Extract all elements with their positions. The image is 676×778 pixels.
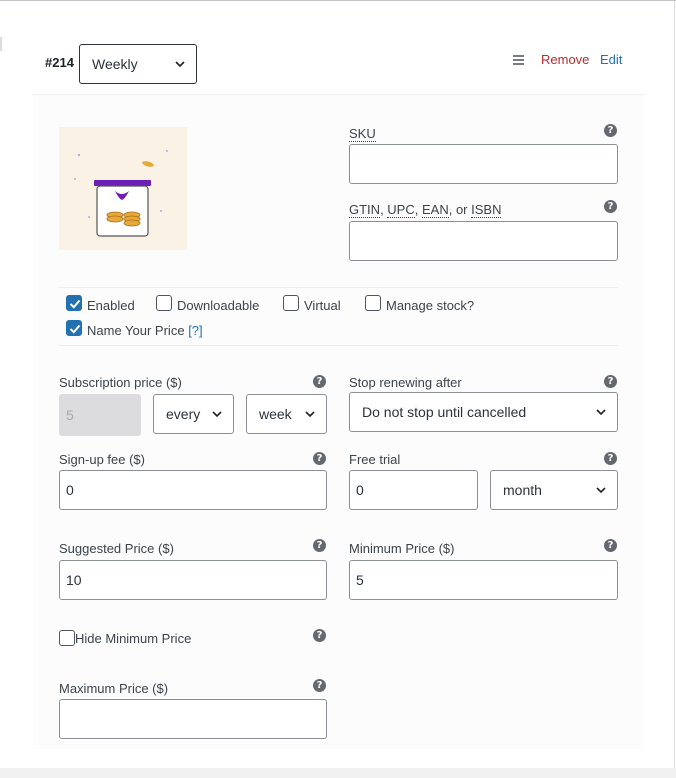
name-your-price-help-link[interactable]: [?] bbox=[188, 323, 202, 338]
hide-minimum-price-label: Hide Minimum Price bbox=[75, 631, 192, 646]
virtual-label: Virtual bbox=[304, 298, 341, 313]
stop-renewing-select[interactable]: Do not stop until cancelled bbox=[349, 392, 618, 432]
manage-stock-label: Manage stock? bbox=[386, 298, 475, 313]
gtin-input[interactable] bbox=[349, 221, 618, 261]
sku-input[interactable] bbox=[349, 144, 618, 184]
chevron-down-icon bbox=[212, 411, 222, 418]
variation-panel: #214 Weekly Remove Edit SKU ? GTIN, UPC,… bbox=[0, 0, 676, 769]
menu-icon[interactable] bbox=[513, 55, 524, 65]
enabled-checkbox[interactable] bbox=[66, 295, 82, 311]
divider bbox=[59, 287, 618, 288]
help-icon[interactable]: ? bbox=[604, 375, 617, 388]
free-trial-length-input[interactable]: 0 bbox=[349, 470, 478, 510]
chevron-down-icon bbox=[596, 487, 606, 494]
panel-edge-right bbox=[674, 1, 675, 769]
remove-variation-link[interactable]: Remove bbox=[541, 52, 589, 67]
billing-period-value: week bbox=[259, 406, 292, 422]
chevron-down-icon bbox=[596, 409, 606, 416]
minimum-price-input[interactable]: 5 bbox=[349, 560, 618, 600]
hide-minimum-price-checkbox[interactable] bbox=[59, 630, 75, 646]
signup-fee-input[interactable]: 0 bbox=[59, 470, 327, 510]
downloadable-label: Downloadable bbox=[177, 298, 260, 313]
billing-interval-value: every bbox=[166, 406, 201, 422]
free-trial-period-select[interactable]: month bbox=[490, 470, 618, 510]
minimum-price-label: Minimum Price ($) bbox=[349, 541, 455, 556]
stop-renewing-label: Stop renewing after bbox=[349, 375, 462, 390]
variation-id: #214 bbox=[45, 55, 74, 70]
coin-jar-image bbox=[74, 150, 168, 237]
subscription-price-label: Subscription price ($) bbox=[59, 375, 182, 390]
variation-header[interactable]: #214 Weekly Remove Edit bbox=[0, 1, 676, 94]
help-icon[interactable]: ? bbox=[604, 452, 617, 465]
maximum-price-label: Maximum Price ($) bbox=[59, 681, 169, 696]
help-icon[interactable]: ? bbox=[313, 629, 326, 642]
billing-interval-select[interactable]: every bbox=[153, 394, 234, 434]
variation-attribute-select[interactable]: Weekly bbox=[79, 44, 197, 84]
help-icon[interactable]: ? bbox=[313, 375, 326, 388]
gtin-label: GTIN, UPC, EAN, or ISBN bbox=[349, 202, 502, 218]
help-icon[interactable]: ? bbox=[313, 452, 326, 465]
suggested-price-label: Suggested Price ($) bbox=[59, 541, 174, 556]
enabled-label: Enabled bbox=[87, 298, 135, 313]
stop-renewing-value: Do not stop until cancelled bbox=[362, 404, 527, 420]
name-your-price-checkbox[interactable] bbox=[66, 320, 82, 336]
help-icon[interactable]: ? bbox=[313, 539, 326, 552]
maximum-price-input[interactable] bbox=[59, 699, 327, 739]
help-icon[interactable]: ? bbox=[604, 124, 617, 137]
help-icon[interactable]: ? bbox=[604, 539, 617, 552]
page-background bbox=[0, 768, 676, 778]
free-trial-period-value: month bbox=[503, 482, 542, 498]
free-trial-label: Free trial bbox=[349, 452, 401, 467]
chevron-down-icon bbox=[305, 411, 315, 418]
billing-period-select[interactable]: week bbox=[246, 394, 327, 434]
sku-label: SKU bbox=[349, 126, 376, 142]
virtual-checkbox[interactable] bbox=[283, 295, 299, 311]
manage-stock-checkbox[interactable] bbox=[365, 295, 381, 311]
divider bbox=[59, 345, 618, 346]
variation-attribute-value: Weekly bbox=[92, 56, 138, 72]
variation-image[interactable] bbox=[59, 127, 187, 250]
edit-variation-link[interactable]: Edit bbox=[600, 52, 622, 67]
help-icon[interactable]: ? bbox=[604, 200, 617, 213]
name-your-price-label: Name Your Price [?] bbox=[87, 323, 203, 338]
help-icon[interactable]: ? bbox=[313, 679, 326, 692]
subscription-price-input[interactable]: 5 bbox=[59, 394, 141, 436]
downloadable-checkbox[interactable] bbox=[156, 295, 172, 311]
suggested-price-input[interactable]: 10 bbox=[59, 560, 327, 600]
signup-fee-label: Sign-up fee ($) bbox=[59, 452, 145, 467]
chevron-down-icon bbox=[175, 61, 185, 68]
